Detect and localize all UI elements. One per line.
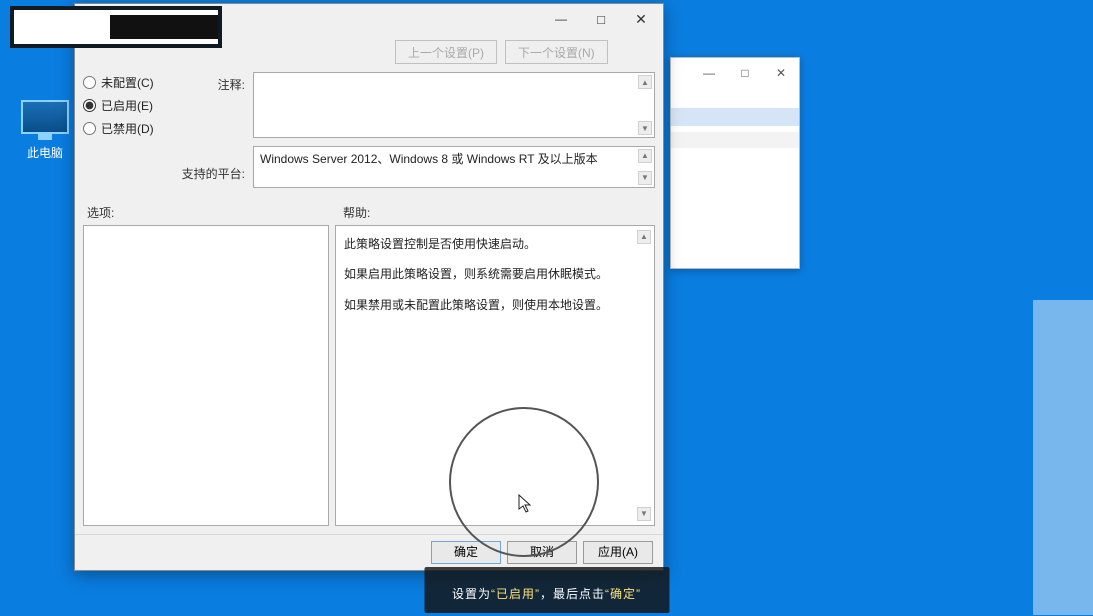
scroll-up-icon[interactable]: ▲: [637, 230, 651, 244]
config-row: 未配置(C) 已启用(E) 已禁用(D) 注释: 支持的平台: ▲ ▼: [75, 70, 663, 194]
supported-scrollbar[interactable]: ▲ ▼: [638, 149, 652, 185]
video-caption: 设置为“已启用”，最后点击“确定”: [424, 567, 669, 613]
background-window-titlebar: — □ ✕: [671, 58, 799, 88]
options-pane[interactable]: [83, 225, 329, 526]
radio-enabled[interactable]: 已启用(E): [83, 97, 173, 114]
back-minimize-button[interactable]: —: [691, 58, 727, 88]
comment-textbox[interactable]: ▲ ▼: [253, 72, 655, 138]
help-text-2: 如果启用此策略设置，则系统需要启用休眠模式。: [344, 264, 634, 284]
desktop-icon-this-pc[interactable]: 此电脑: [15, 100, 75, 161]
scroll-down-icon[interactable]: ▼: [638, 171, 652, 185]
back-maximize-button[interactable]: □: [727, 58, 763, 88]
help-pane: 此策略设置控制是否使用快速启动。 如果启用此策略设置，则系统需要启用休眠模式。 …: [335, 225, 655, 526]
minimize-button[interactable]: —: [541, 5, 581, 33]
radio-enabled-label: 已启用(E): [101, 97, 153, 114]
supported-label: 支持的平台:: [182, 165, 245, 182]
cancel-button[interactable]: 取消: [507, 541, 577, 564]
radio-group: 未配置(C) 已启用(E) 已禁用(D): [83, 72, 173, 188]
scroll-up-icon[interactable]: ▲: [638, 75, 652, 89]
caption-quote-1: “已启用”: [491, 587, 540, 601]
supported-value: Windows Server 2012、Windows 8 或 Windows …: [260, 152, 598, 166]
help-label: 帮助:: [343, 204, 370, 221]
desktop-icon-label: 此电脑: [15, 144, 75, 161]
maximize-button[interactable]: □: [581, 5, 621, 33]
radio-not-configured[interactable]: 未配置(C): [83, 74, 173, 91]
section-labels: 选项: 帮助:: [75, 194, 663, 225]
desktop-peek-edge: [1033, 300, 1093, 615]
caption-quote-2: “确定”: [605, 587, 641, 601]
options-label: 选项:: [87, 204, 323, 221]
policy-dialog: — □ ✕ 上一个设置(P) 下一个设置(N) 未配置(C) 已启用(E) 已禁…: [74, 3, 664, 571]
background-selected-row: [671, 108, 799, 126]
monitor-icon: [21, 100, 69, 134]
apply-button[interactable]: 应用(A): [583, 541, 653, 564]
ok-button[interactable]: 确定: [431, 541, 501, 564]
comment-label: 注释:: [218, 76, 245, 93]
supported-textbox: Windows Server 2012、Windows 8 或 Windows …: [253, 146, 655, 188]
dialog-footer: 确定 取消 应用(A): [75, 534, 663, 570]
background-window: — □ ✕: [670, 57, 800, 269]
fields-column: ▲ ▼ Windows Server 2012、Windows 8 或 Wind…: [253, 72, 655, 188]
background-row: [671, 132, 799, 148]
back-close-button[interactable]: ✕: [763, 58, 799, 88]
radio-disabled-input[interactable]: [83, 122, 96, 135]
help-text-1: 此策略设置控制是否使用快速启动。: [344, 234, 634, 254]
help-text-3: 如果禁用或未配置此策略设置，则使用本地设置。: [344, 295, 634, 315]
close-button[interactable]: ✕: [621, 5, 661, 33]
body-row: 此策略设置控制是否使用快速启动。 如果启用此策略设置，则系统需要启用休眠模式。 …: [75, 225, 663, 534]
scroll-down-icon[interactable]: ▼: [638, 121, 652, 135]
next-setting-button[interactable]: 下一个设置(N): [505, 40, 608, 64]
radio-disabled[interactable]: 已禁用(D): [83, 120, 173, 137]
radio-not-configured-label: 未配置(C): [101, 74, 154, 91]
censor-bar: [110, 15, 218, 39]
caption-text-2: ，最后点击: [540, 587, 605, 601]
radio-enabled-input[interactable]: [83, 99, 96, 112]
caption-text-1: 设置为: [452, 587, 491, 601]
comment-scrollbar[interactable]: ▲ ▼: [638, 75, 652, 135]
mid-labels: 注释: 支持的平台:: [179, 72, 247, 188]
scroll-up-icon[interactable]: ▲: [638, 149, 652, 163]
radio-not-configured-input[interactable]: [83, 76, 96, 89]
scroll-down-icon[interactable]: ▼: [637, 507, 651, 521]
help-scrollbar[interactable]: ▲ ▼: [637, 230, 651, 521]
censored-region: [10, 6, 222, 48]
prev-setting-button[interactable]: 上一个设置(P): [395, 40, 497, 64]
radio-disabled-label: 已禁用(D): [101, 120, 154, 137]
